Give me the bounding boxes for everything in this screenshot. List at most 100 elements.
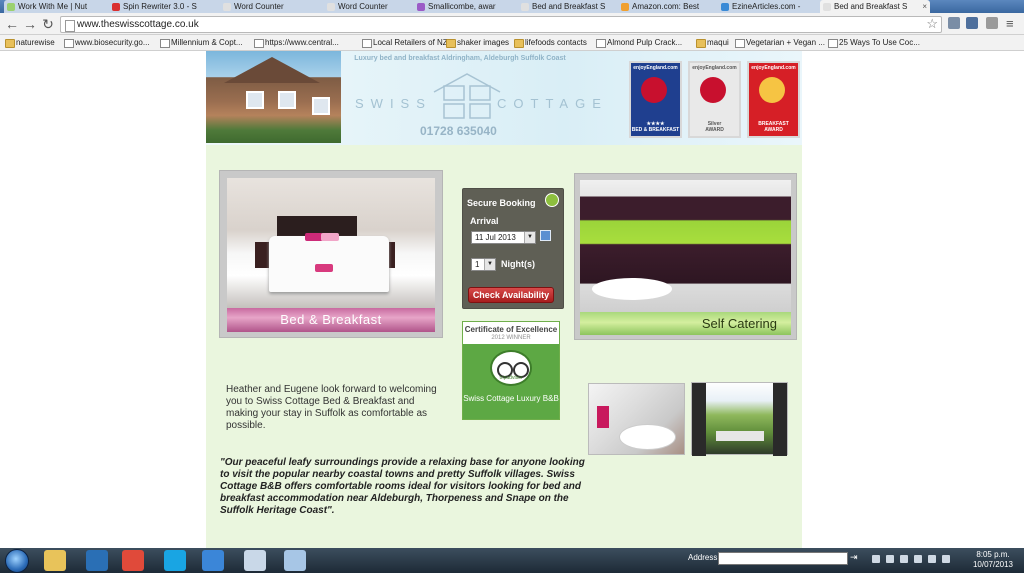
- bookmark-item[interactable]: naturewise: [5, 37, 55, 49]
- flag-icon[interactable]: [914, 555, 922, 563]
- volume-icon[interactable]: [942, 555, 950, 563]
- arrival-label: Arrival: [470, 216, 499, 226]
- award-source: enjoyEngland.com: [751, 65, 796, 71]
- tab-item[interactable]: Word Counter×: [324, 0, 424, 13]
- tray-icon[interactable]: [900, 555, 908, 563]
- award-source: enjoyEngland.com: [692, 65, 737, 71]
- nights-select[interactable]: 1 ▼: [471, 258, 496, 271]
- award-badge[interactable]: enjoyEngland.com ★★★★ BED & BREAKFAST: [629, 61, 682, 138]
- nights-label: Night(s): [501, 259, 535, 269]
- chrome-taskbar-icon[interactable]: [122, 550, 144, 571]
- tab-strip: Work With Me | Nut×Spin Rewriter 3.0 - S…: [0, 0, 1024, 13]
- skype-taskbar-icon[interactable]: [164, 550, 186, 571]
- kitchen-photo[interactable]: [580, 180, 791, 312]
- bookmark-item[interactable]: Vegetarian + Vegan ...: [735, 37, 825, 49]
- tab-item[interactable]: Smallicombe, awar×: [414, 0, 528, 13]
- check-availability-button[interactable]: Check Availability: [468, 287, 554, 303]
- bookmark-item[interactable]: 25 Ways To Use Coc...: [828, 37, 920, 49]
- start-button[interactable]: [3, 548, 30, 573]
- bedroom-photo[interactable]: [227, 178, 435, 308]
- explorer-taskbar-icon[interactable]: [44, 550, 66, 571]
- forward-button[interactable]: →: [22, 16, 38, 32]
- favicon-icon: [721, 3, 729, 11]
- bookmarks-bar: naturewise www.biosecurity.go... Millenniu…: [0, 35, 1024, 51]
- page-icon: [828, 39, 838, 48]
- clock[interactable]: 8:05 p.m. 10/07/2013: [965, 550, 1021, 570]
- rose-emblem-icon: [700, 77, 726, 103]
- award-label: Silver AWARD: [705, 121, 724, 133]
- tab-item[interactable]: Work With Me | Nut×: [4, 0, 118, 13]
- system-tray: [870, 551, 960, 569]
- folder-icon: [696, 39, 706, 48]
- url-text[interactable]: www.theswisscottage.co.uk: [77, 17, 199, 32]
- bookmark-item[interactable]: maqui: [696, 37, 729, 49]
- page-icon: [735, 39, 745, 48]
- menu-icon[interactable]: ≡: [1006, 16, 1014, 31]
- word-taskbar-icon[interactable]: [284, 550, 306, 571]
- extension-icon-2[interactable]: [966, 17, 978, 29]
- bookmark-item[interactable]: Local Retailers of NZ...: [362, 37, 454, 49]
- back-button[interactable]: ←: [4, 16, 20, 32]
- bookmark-label: Almond Pulp Crack...: [607, 38, 683, 47]
- tab-label: Word Counter: [338, 2, 388, 11]
- award-badge[interactable]: enjoyEngland.com Silver AWARD: [688, 61, 741, 138]
- extension-icon-3[interactable]: [986, 17, 998, 29]
- address-bar[interactable]: www.theswisscottage.co.uk ☆: [60, 16, 942, 33]
- reload-button[interactable]: ↻: [40, 16, 56, 32]
- bookmark-star-icon[interactable]: ☆: [926, 16, 938, 32]
- close-tab-icon[interactable]: ×: [922, 0, 927, 13]
- page-icon: [65, 20, 75, 32]
- page-icon: [362, 39, 372, 48]
- tab-label: Bed and Breakfast S: [532, 2, 606, 11]
- network-icon[interactable]: [928, 555, 936, 563]
- folder-icon: [5, 39, 15, 48]
- favicon-icon: [417, 3, 425, 11]
- tray-icon[interactable]: [886, 555, 894, 563]
- ie-taskbar-icon[interactable]: [202, 550, 224, 571]
- bookmark-item[interactable]: Almond Pulp Crack...: [596, 37, 682, 49]
- page-icon: [254, 39, 264, 48]
- arrival-date-select[interactable]: 11 Jul 2013 ▼: [471, 231, 536, 244]
- favicon-icon: [823, 3, 831, 11]
- calendar-icon[interactable]: [540, 230, 551, 241]
- bookmark-item[interactable]: shaker images: [446, 37, 509, 49]
- favicon-icon: [223, 3, 231, 11]
- address-toolbar-input[interactable]: [718, 552, 848, 565]
- bookmark-item[interactable]: www.biosecurity.go...: [64, 37, 150, 49]
- logo-text-swiss: SWISS: [355, 96, 432, 111]
- window-controls[interactable]: [954, 0, 1024, 13]
- bookmark-item[interactable]: lifefoods contacts: [514, 37, 587, 49]
- notepad-taskbar-icon[interactable]: [244, 550, 266, 571]
- media-taskbar-icon[interactable]: [86, 550, 108, 571]
- bookmark-label: Millennium & Copt...: [171, 38, 243, 47]
- tab-item[interactable]: Word Counter×: [220, 0, 334, 13]
- tab-item[interactable]: Spin Rewriter 3.0 - S×: [109, 0, 229, 13]
- tab-label: Bed and Breakfast S: [834, 2, 908, 11]
- tripadvisor-wordmark: tripadvisor: [499, 375, 523, 381]
- tab-item[interactable]: EzineArticles.com -×: [718, 0, 830, 13]
- bookmark-label: www.biosecurity.go...: [75, 38, 150, 47]
- award-label: BREAKFAST AWARD: [758, 121, 789, 133]
- award-badge[interactable]: enjoyEngland.com BREAKFAST AWARD: [747, 61, 800, 138]
- folder-icon: [446, 39, 456, 48]
- go-icon[interactable]: ⇥: [850, 552, 858, 563]
- tab-item[interactable]: Bed and Breakfast S×: [518, 0, 628, 13]
- self-catering-label[interactable]: Self Catering: [580, 312, 791, 335]
- extension-icon[interactable]: [948, 17, 960, 29]
- tab-item[interactable]: Bed and Breakfast S ×: [820, 0, 930, 13]
- tray-icon[interactable]: [872, 555, 880, 563]
- bed-breakfast-label[interactable]: Bed & Breakfast: [227, 308, 435, 332]
- garden-view-thumbnail[interactable]: [691, 382, 788, 456]
- site-tagline: Luxury bed and breakfast Aldringham, Ald…: [354, 55, 566, 62]
- chevron-down-icon: ▼: [524, 232, 535, 243]
- favicon-icon: [327, 3, 335, 11]
- award-source: enjoyEngland.com: [633, 65, 678, 71]
- bookmark-item[interactable]: Millennium & Copt...: [160, 37, 243, 49]
- tab-item[interactable]: Amazon.com: Best×: [618, 0, 728, 13]
- favicon-icon: [112, 3, 120, 11]
- bookmark-label: 25 Ways To Use Coc...: [839, 38, 920, 47]
- certificate-winner: 2012 WINNER: [491, 335, 531, 341]
- bathroom-thumbnail[interactable]: [588, 383, 685, 455]
- welcome-text: Heather and Eugene look forward to welco…: [226, 384, 437, 431]
- bookmark-item[interactable]: https://www.central...: [254, 37, 339, 49]
